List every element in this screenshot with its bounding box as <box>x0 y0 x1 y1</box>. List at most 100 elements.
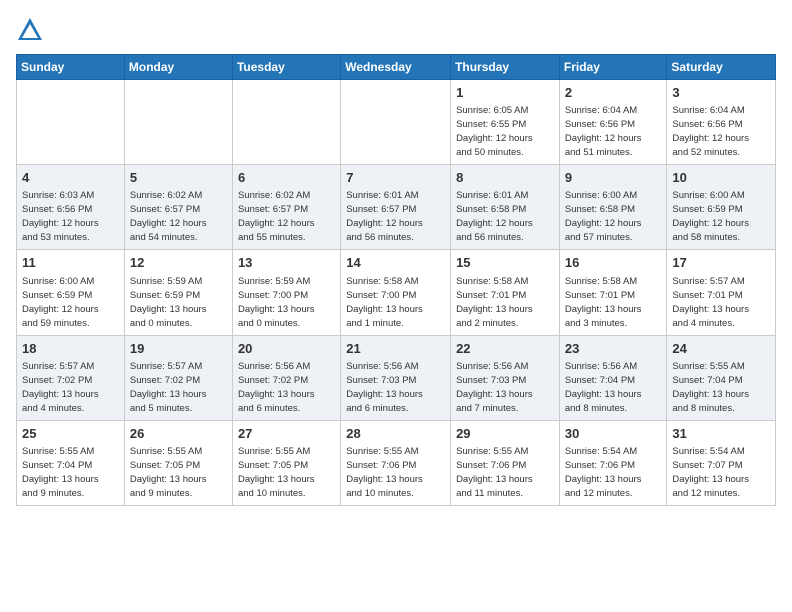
weekday-header-row: SundayMondayTuesdayWednesdayThursdayFrid… <box>17 55 776 80</box>
day-info: Sunrise: 5:55 AM Sunset: 7:05 PM Dayligh… <box>238 446 315 499</box>
calendar-cell: 12 Sunrise: 5:59 AM Sunset: 6:59 PM Dayli… <box>124 250 232 335</box>
day-number: 2 <box>565 84 662 102</box>
day-number: 16 <box>565 254 662 272</box>
day-number: 5 <box>130 169 227 187</box>
day-info: Sunrise: 5:57 AM Sunset: 7:02 PM Dayligh… <box>22 361 99 414</box>
calendar-cell: 25 Sunrise: 5:55 AM Sunset: 7:04 PM Dayli… <box>17 420 125 505</box>
day-number: 18 <box>22 340 119 358</box>
day-number: 9 <box>565 169 662 187</box>
day-number: 24 <box>672 340 770 358</box>
day-info: Sunrise: 5:56 AM Sunset: 7:03 PM Dayligh… <box>346 361 423 414</box>
day-info: Sunrise: 5:55 AM Sunset: 7:06 PM Dayligh… <box>346 446 423 499</box>
logo <box>16 16 48 44</box>
day-number: 3 <box>672 84 770 102</box>
day-number: 23 <box>565 340 662 358</box>
day-info: Sunrise: 5:56 AM Sunset: 7:02 PM Dayligh… <box>238 361 315 414</box>
weekday-header-tuesday: Tuesday <box>232 55 340 80</box>
day-info: Sunrise: 5:59 AM Sunset: 6:59 PM Dayligh… <box>130 276 207 329</box>
day-number: 7 <box>346 169 445 187</box>
calendar-cell: 26 Sunrise: 5:55 AM Sunset: 7:05 PM Dayli… <box>124 420 232 505</box>
day-number: 19 <box>130 340 227 358</box>
day-info: Sunrise: 5:56 AM Sunset: 7:03 PM Dayligh… <box>456 361 533 414</box>
calendar-cell <box>341 80 451 165</box>
day-info: Sunrise: 5:55 AM Sunset: 7:05 PM Dayligh… <box>130 446 207 499</box>
calendar-cell <box>124 80 232 165</box>
day-info: Sunrise: 6:00 AM Sunset: 6:59 PM Dayligh… <box>672 190 749 243</box>
calendar-cell: 22 Sunrise: 5:56 AM Sunset: 7:03 PM Dayli… <box>451 335 560 420</box>
day-number: 22 <box>456 340 554 358</box>
day-info: Sunrise: 5:54 AM Sunset: 7:07 PM Dayligh… <box>672 446 749 499</box>
day-number: 15 <box>456 254 554 272</box>
day-number: 29 <box>456 425 554 443</box>
day-number: 11 <box>22 254 119 272</box>
calendar-cell: 8Sunrise: 6:01 AM Sunset: 6:58 PM Daylig… <box>451 165 560 250</box>
calendar-cell: 18 Sunrise: 5:57 AM Sunset: 7:02 PM Dayli… <box>17 335 125 420</box>
day-info: Sunrise: 6:01 AM Sunset: 6:57 PM Dayligh… <box>346 190 423 243</box>
day-info: Sunrise: 5:54 AM Sunset: 7:06 PM Dayligh… <box>565 446 642 499</box>
day-number: 4 <box>22 169 119 187</box>
calendar-cell: 6 Sunrise: 6:02 AM Sunset: 6:57 PM Daylig… <box>232 165 340 250</box>
day-number: 17 <box>672 254 770 272</box>
calendar-cell: 7 Sunrise: 6:01 AM Sunset: 6:57 PM Daylig… <box>341 165 451 250</box>
week-row-3: 11 Sunrise: 6:00 AM Sunset: 6:59 PM Dayli… <box>17 250 776 335</box>
calendar-cell: 14Sunrise: 5:58 AM Sunset: 7:00 PM Dayli… <box>341 250 451 335</box>
calendar-cell: 24 Sunrise: 5:55 AM Sunset: 7:04 PM Dayli… <box>667 335 776 420</box>
day-number: 21 <box>346 340 445 358</box>
weekday-header-saturday: Saturday <box>667 55 776 80</box>
day-number: 30 <box>565 425 662 443</box>
weekday-header-sunday: Sunday <box>17 55 125 80</box>
logo-icon <box>16 16 44 44</box>
calendar-cell: 31 Sunrise: 5:54 AM Sunset: 7:07 PM Dayli… <box>667 420 776 505</box>
day-info: Sunrise: 6:04 AM Sunset: 6:56 PM Dayligh… <box>565 105 642 158</box>
calendar-cell: 1 Sunrise: 6:05 AM Sunset: 6:55 PM Daylig… <box>451 80 560 165</box>
weekday-header-friday: Friday <box>559 55 667 80</box>
day-info: Sunrise: 6:00 AM Sunset: 6:58 PM Dayligh… <box>565 190 642 243</box>
calendar-cell: 11 Sunrise: 6:00 AM Sunset: 6:59 PM Dayli… <box>17 250 125 335</box>
calendar-cell: 29 Sunrise: 5:55 AM Sunset: 7:06 PM Dayli… <box>451 420 560 505</box>
week-row-5: 25 Sunrise: 5:55 AM Sunset: 7:04 PM Dayli… <box>17 420 776 505</box>
calendar-cell: 2 Sunrise: 6:04 AM Sunset: 6:56 PM Daylig… <box>559 80 667 165</box>
calendar-cell: 9 Sunrise: 6:00 AM Sunset: 6:58 PM Daylig… <box>559 165 667 250</box>
weekday-header-thursday: Thursday <box>451 55 560 80</box>
calendar-table: SundayMondayTuesdayWednesdayThursdayFrid… <box>16 54 776 506</box>
day-number: 13 <box>238 254 335 272</box>
calendar-cell: 19Sunrise: 5:57 AM Sunset: 7:02 PM Dayli… <box>124 335 232 420</box>
calendar-cell: 27 Sunrise: 5:55 AM Sunset: 7:05 PM Dayli… <box>232 420 340 505</box>
calendar-cell: 3Sunrise: 6:04 AM Sunset: 6:56 PM Daylig… <box>667 80 776 165</box>
calendar-cell: 5Sunrise: 6:02 AM Sunset: 6:57 PM Daylig… <box>124 165 232 250</box>
calendar-cell: 28 Sunrise: 5:55 AM Sunset: 7:06 PM Dayli… <box>341 420 451 505</box>
day-info: Sunrise: 5:55 AM Sunset: 7:04 PM Dayligh… <box>22 446 99 499</box>
day-info: Sunrise: 5:55 AM Sunset: 7:04 PM Dayligh… <box>672 361 749 414</box>
day-info: Sunrise: 5:58 AM Sunset: 7:01 PM Dayligh… <box>565 276 642 329</box>
day-info: Sunrise: 6:02 AM Sunset: 6:57 PM Dayligh… <box>238 190 315 243</box>
calendar-cell: 4 Sunrise: 6:03 AM Sunset: 6:56 PM Daylig… <box>17 165 125 250</box>
day-number: 10 <box>672 169 770 187</box>
day-number: 25 <box>22 425 119 443</box>
day-number: 28 <box>346 425 445 443</box>
day-number: 1 <box>456 84 554 102</box>
day-info: Sunrise: 5:55 AM Sunset: 7:06 PM Dayligh… <box>456 446 533 499</box>
day-info: Sunrise: 5:58 AM Sunset: 7:00 PM Dayligh… <box>346 276 423 329</box>
calendar-cell: 23Sunrise: 5:56 AM Sunset: 7:04 PM Dayli… <box>559 335 667 420</box>
day-info: Sunrise: 5:57 AM Sunset: 7:01 PM Dayligh… <box>672 276 749 329</box>
week-row-2: 4 Sunrise: 6:03 AM Sunset: 6:56 PM Daylig… <box>17 165 776 250</box>
day-number: 12 <box>130 254 227 272</box>
weekday-header-wednesday: Wednesday <box>341 55 451 80</box>
calendar-cell: 16 Sunrise: 5:58 AM Sunset: 7:01 PM Dayli… <box>559 250 667 335</box>
day-number: 6 <box>238 169 335 187</box>
calendar-cell <box>17 80 125 165</box>
calendar-cell: 15Sunrise: 5:58 AM Sunset: 7:01 PM Dayli… <box>451 250 560 335</box>
day-number: 31 <box>672 425 770 443</box>
day-info: Sunrise: 6:00 AM Sunset: 6:59 PM Dayligh… <box>22 276 99 329</box>
day-info: Sunrise: 6:03 AM Sunset: 6:56 PM Dayligh… <box>22 190 99 243</box>
week-row-1: 1 Sunrise: 6:05 AM Sunset: 6:55 PM Daylig… <box>17 80 776 165</box>
day-number: 20 <box>238 340 335 358</box>
calendar-cell: 21 Sunrise: 5:56 AM Sunset: 7:03 PM Dayli… <box>341 335 451 420</box>
day-number: 27 <box>238 425 335 443</box>
day-number: 26 <box>130 425 227 443</box>
calendar-cell: 17 Sunrise: 5:57 AM Sunset: 7:01 PM Dayli… <box>667 250 776 335</box>
day-info: Sunrise: 6:05 AM Sunset: 6:55 PM Dayligh… <box>456 105 533 158</box>
calendar-cell <box>232 80 340 165</box>
day-number: 8 <box>456 169 554 187</box>
weekday-header-monday: Monday <box>124 55 232 80</box>
